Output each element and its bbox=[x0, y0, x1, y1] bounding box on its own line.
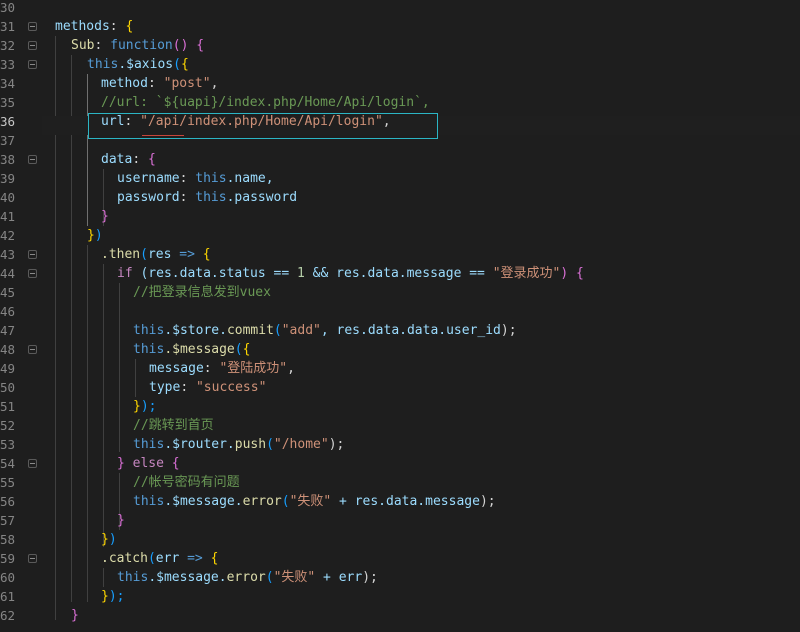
code-line: this.$message({ bbox=[133, 342, 251, 357]
code-line: password: this.password bbox=[117, 190, 298, 205]
code-line: .catch(err => { bbox=[101, 551, 219, 566]
line-number: 55 bbox=[0, 475, 16, 490]
fold-toggle-icon[interactable] bbox=[28, 22, 37, 31]
code-line: data: { bbox=[101, 152, 156, 167]
line-number: 51 bbox=[0, 399, 16, 414]
fold-toggle-icon[interactable] bbox=[28, 269, 37, 278]
code-line: //帐号密码有问题 bbox=[133, 473, 800, 492]
line-number: 30 bbox=[0, 0, 16, 15]
fold-toggle-icon[interactable] bbox=[28, 155, 37, 164]
line-number: 60 bbox=[0, 570, 16, 585]
line-number: 32 bbox=[0, 38, 16, 53]
code-line: } bbox=[101, 209, 109, 224]
line-number: 56 bbox=[0, 494, 16, 509]
code-comment: //跳转到首页 bbox=[133, 418, 214, 433]
line-number: 38 bbox=[0, 152, 16, 167]
line-number-gutter: 30 31 32 33 34 35 36 37 38 39 40 41 42 4… bbox=[0, 0, 42, 632]
line-number: 46 bbox=[0, 304, 16, 319]
code-line: } bbox=[117, 513, 125, 528]
code-line: }) bbox=[101, 532, 117, 547]
code-line: }); bbox=[101, 589, 125, 604]
fold-toggle-icon[interactable] bbox=[28, 459, 37, 468]
line-number: 52 bbox=[0, 418, 16, 433]
code-line: method: "post", bbox=[101, 76, 219, 91]
code-comment: //帐号密码有问题 bbox=[133, 475, 240, 490]
line-number: 62 bbox=[0, 608, 16, 623]
line-number: 41 bbox=[0, 209, 16, 224]
code-line: type: "success" bbox=[149, 380, 267, 395]
fold-toggle-icon[interactable] bbox=[28, 60, 37, 69]
code-line: } else { bbox=[117, 456, 180, 471]
code-line: this.$router.push("/home"); bbox=[133, 437, 345, 452]
line-number: 40 bbox=[0, 190, 16, 205]
fold-toggle-icon[interactable] bbox=[28, 345, 37, 354]
line-number: 44 bbox=[0, 266, 16, 281]
line-number: 33 bbox=[0, 57, 16, 72]
code-line: this.$store.commit("add", res.data.data.… bbox=[133, 323, 517, 338]
line-number: 61 bbox=[0, 589, 16, 604]
code-line: Sub: function() { bbox=[71, 38, 205, 53]
code-line: this.$axios({ bbox=[87, 57, 189, 72]
code-line: }); bbox=[133, 399, 157, 414]
line-number: 50 bbox=[0, 380, 16, 395]
fold-toggle-icon[interactable] bbox=[28, 250, 37, 259]
code-line: this.$message.error("失败" + err); bbox=[117, 570, 378, 585]
code-line: if (res.data.status == 1 && res.data.mes… bbox=[117, 266, 584, 281]
line-number-active: 36 bbox=[0, 114, 16, 129]
code-line: message: "登陆成功", bbox=[149, 361, 295, 376]
error-squiggle bbox=[142, 133, 184, 136]
code-comment: //url: `${uapi}/index.php/Home/Api/login… bbox=[101, 95, 430, 110]
line-number: 48 bbox=[0, 342, 16, 357]
code-editor[interactable]: 30 31 32 33 34 35 36 37 38 39 40 41 42 4… bbox=[0, 0, 800, 632]
line-number: 53 bbox=[0, 437, 16, 452]
line-number: 42 bbox=[0, 228, 16, 243]
code-line: //把登录信息发到vuex bbox=[133, 283, 800, 302]
code-line: username: this.name, bbox=[117, 171, 274, 186]
line-number: 39 bbox=[0, 171, 16, 186]
code-line: } bbox=[71, 608, 79, 623]
line-number: 37 bbox=[0, 133, 16, 148]
line-number: 35 bbox=[0, 95, 16, 110]
line-number: 49 bbox=[0, 361, 16, 376]
fold-toggle-icon[interactable] bbox=[28, 554, 37, 563]
line-number: 47 bbox=[0, 323, 16, 338]
fold-toggle-icon[interactable] bbox=[28, 41, 37, 50]
line-number: 59 bbox=[0, 551, 16, 566]
line-number: 45 bbox=[0, 285, 16, 300]
line-number: 58 bbox=[0, 532, 16, 547]
line-number: 54 bbox=[0, 456, 16, 471]
code-lines[interactable]: methods: { Sub: function() { this.$axios… bbox=[42, 0, 800, 632]
code-comment: //把登录信息发到vuex bbox=[133, 285, 271, 300]
line-number: 57 bbox=[0, 513, 16, 528]
code-line: this.$message.error("失败" + res.data.mess… bbox=[133, 494, 496, 509]
code-line: //url: `${uapi}/index.php/Home/Api/login… bbox=[101, 93, 800, 112]
line-number: 43 bbox=[0, 247, 16, 262]
methods-key: methods bbox=[55, 19, 110, 34]
code-line-active: url: "/api/index.php/Home/Api/login", bbox=[101, 114, 391, 129]
code-line: //跳转到首页 bbox=[133, 416, 800, 435]
line-number: 31 bbox=[0, 19, 16, 34]
code-line: }) bbox=[87, 228, 103, 243]
code-line: methods: { bbox=[55, 19, 134, 34]
code-line: .then(res => { bbox=[101, 247, 211, 262]
line-number: 34 bbox=[0, 76, 16, 91]
